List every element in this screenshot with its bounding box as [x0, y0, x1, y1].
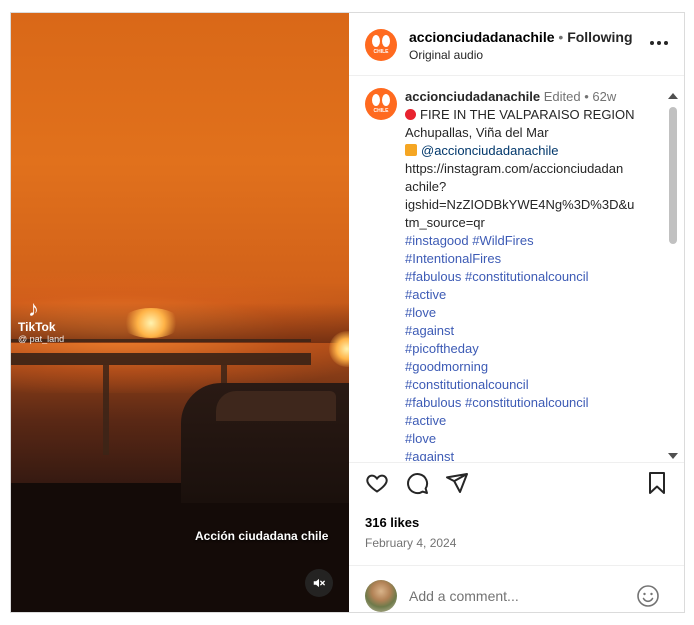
tiktok-watermark: ♪ TikTok @ pat_land [18, 296, 65, 345]
hashtag-line[interactable]: #against [405, 448, 667, 461]
video-watermark-text: Acción ciudadana chile [195, 529, 329, 543]
like-count[interactable]: 316 likes [365, 515, 419, 530]
hashtag-line[interactable]: #active [405, 286, 667, 304]
hashtag-line[interactable]: #against [405, 322, 667, 340]
caption-url-line: igshid=NzZIODBkYWE4Ng%3D%3D&u [405, 197, 635, 212]
caption-headline-line: FIRE IN THE VALPARAISO REGION [405, 106, 667, 124]
scroll-down-icon[interactable] [668, 453, 678, 459]
truck-window [216, 391, 336, 421]
hashtag-line[interactable]: #picoftheday [405, 340, 667, 358]
following-button[interactable]: Following [567, 29, 632, 45]
fire-flame [121, 308, 181, 338]
emoji-icon[interactable] [636, 584, 660, 608]
caption-url-line: achile? [405, 179, 447, 194]
hashtag-line[interactable]: #IntentionalFires [405, 250, 667, 268]
comment-composer: Add a comment... [349, 565, 684, 614]
post-date[interactable]: February 4, 2024 [365, 536, 456, 550]
mute-button[interactable] [305, 569, 333, 597]
share-icon[interactable] [445, 471, 469, 495]
scroll-up-icon[interactable] [668, 93, 678, 99]
caption-scrollbar[interactable] [667, 91, 679, 461]
bookmark-icon[interactable] [645, 471, 669, 495]
comment-icon[interactable] [405, 471, 429, 495]
separator-dot: • [558, 29, 564, 45]
more-horizontal-icon[interactable] [647, 35, 671, 51]
caption-text: accionciudadanachile Edited • 62w FIRE I… [405, 88, 667, 461]
tiktok-user: @ pat_land [18, 334, 65, 344]
caption-location: Achupallas, Viña del Mar [405, 125, 549, 140]
caption-area: CHILE accionciudadanachile Edited • 62w … [349, 76, 684, 461]
hashtag-line[interactable]: #instagood #WildFires [405, 232, 667, 250]
post-actions: 316 likes February 4, 2024 Add a comment… [349, 462, 684, 613]
hashtag-line[interactable]: #love [405, 430, 667, 448]
hashtag-line[interactable]: #constitutionalcouncil [405, 376, 667, 394]
author-avatar[interactable]: CHILE [365, 29, 397, 61]
caption-mention-line: @accionciudadanachile [405, 142, 667, 160]
hashtag-line[interactable]: #love [405, 304, 667, 322]
author-line: accionciudadanachile • Following [409, 29, 633, 45]
bridge-post [103, 365, 109, 455]
author-username[interactable]: accionciudadanachile [409, 29, 555, 45]
speaker-muted-icon [313, 578, 325, 588]
audio-label[interactable]: Original audio [409, 48, 483, 62]
post-video[interactable]: ♪ TikTok @ pat_land Acción ciudadana chi… [11, 13, 349, 612]
hashtag-line[interactable]: #fabulous #constitutionalcouncil [405, 394, 667, 412]
hashtag-line[interactable]: #goodmorning [405, 358, 667, 376]
post-sidebar: CHILE accionciudadanachile • Following O… [349, 13, 684, 612]
tiktok-label: TikTok [18, 320, 56, 334]
caption-url-line: tm_source=qr [405, 215, 485, 230]
caption-avatar[interactable]: CHILE [365, 88, 397, 120]
caption-header-line: accionciudadanachile Edited • 62w [405, 88, 667, 106]
scrollbar-thumb[interactable] [669, 107, 677, 244]
separator-dot: • [584, 89, 589, 104]
caption-headline: FIRE IN THE VALPARAISO REGION [420, 107, 635, 122]
tiktok-icon: ♪ [28, 296, 39, 321]
caption-url-line: https://instagram.com/accionciudadan [405, 161, 624, 176]
edited-label: Edited [543, 89, 581, 104]
comment-input[interactable]: Add a comment... [409, 588, 519, 604]
bridge-deck [11, 353, 311, 365]
camera-emoji-icon [405, 144, 417, 156]
viewer-avatar [365, 580, 397, 612]
hashtag-line[interactable]: #fabulous #constitutionalcouncil [405, 268, 667, 286]
heart-icon[interactable] [365, 471, 389, 495]
caption-mention[interactable]: @accionciudadanachile [421, 143, 559, 158]
caption-username[interactable]: accionciudadanachile [405, 89, 540, 104]
post-header: CHILE accionciudadanachile • Following O… [349, 13, 684, 76]
post-age[interactable]: 62w [592, 89, 616, 104]
hashtag-line[interactable]: #active [405, 412, 667, 430]
red-circle-icon [405, 109, 416, 120]
post-dialog: ♪ TikTok @ pat_land Acción ciudadana chi… [10, 12, 685, 613]
